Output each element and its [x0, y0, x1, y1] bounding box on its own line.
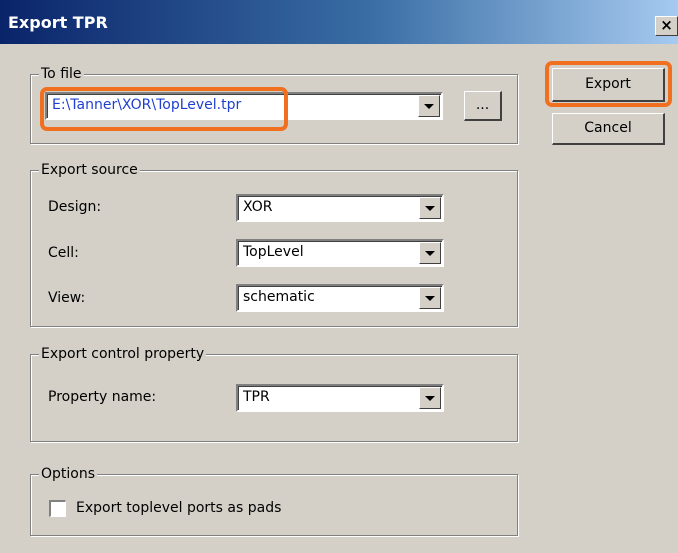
- design-label: Design:: [48, 199, 102, 215]
- export-control-group-label: Export control property: [39, 345, 207, 363]
- property-name-value: TPR: [243, 389, 270, 405]
- cell-select[interactable]: TopLevel: [236, 239, 444, 267]
- design-value: XOR: [243, 199, 273, 215]
- chevron-down-icon[interactable]: [418, 95, 440, 117]
- cell-label: Cell:: [48, 245, 79, 261]
- chevron-down-icon[interactable]: [419, 197, 441, 219]
- browse-button[interactable]: ...: [464, 91, 502, 121]
- property-name-select[interactable]: TPR: [236, 384, 444, 412]
- property-name-label: Property name:: [48, 389, 157, 405]
- chevron-down-icon[interactable]: [419, 387, 441, 409]
- toplevel-pads-checkbox[interactable]: [49, 500, 66, 517]
- close-icon[interactable]: ×: [655, 16, 678, 36]
- view-value: schematic: [243, 289, 315, 305]
- dialog-title: Export TPR: [8, 13, 108, 32]
- options-group-label: Options: [39, 465, 98, 483]
- export-tpr-dialog: Export TPR × To file E:\Tanner\XOR\TopLe…: [0, 0, 678, 553]
- view-label: View:: [48, 290, 86, 306]
- chevron-down-icon[interactable]: [419, 287, 441, 309]
- view-select[interactable]: schematic: [236, 284, 444, 312]
- export-source-group-label: Export source: [39, 161, 140, 179]
- chevron-down-icon[interactable]: [419, 242, 441, 264]
- design-select[interactable]: XOR: [236, 194, 444, 222]
- file-path-highlight: [40, 87, 288, 131]
- toplevel-pads-label[interactable]: Export toplevel ports as pads: [76, 500, 281, 516]
- title-bar[interactable]: Export TPR ×: [0, 0, 678, 44]
- cancel-button[interactable]: Cancel: [552, 113, 665, 145]
- to-file-group-label: To file: [39, 65, 84, 83]
- export-button-highlight: [545, 61, 672, 107]
- cell-value: TopLevel: [243, 244, 304, 260]
